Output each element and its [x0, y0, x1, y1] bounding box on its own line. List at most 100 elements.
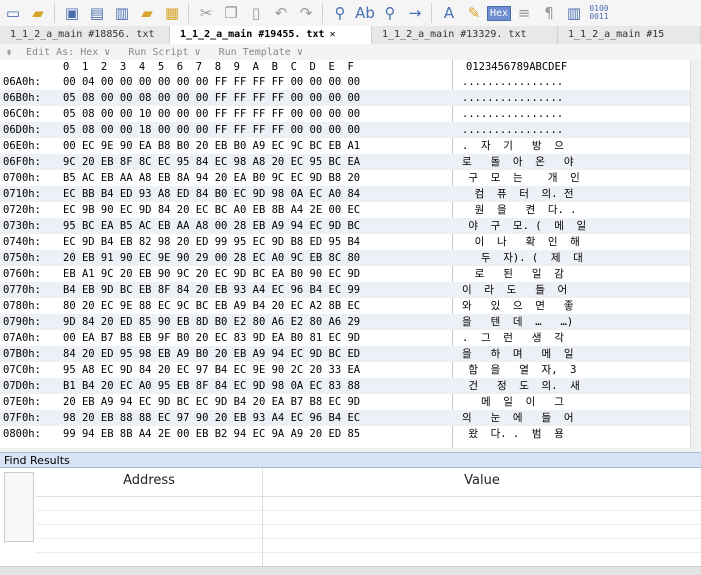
hex-row[interactable]: 06C0h: 05 08 00 00 10 00 00 00 FF FF FF F…: [0, 106, 690, 122]
row-bytes[interactable]: B1 B4 20 EC A0 95 EB 8F 84 EC 9D 98 0A E…: [63, 378, 360, 394]
row-text[interactable]: 의 눈 에 들 어: [462, 410, 682, 426]
address-column-header[interactable]: Address: [36, 468, 263, 496]
hex-row[interactable]: 07B0h: 84 20 ED 95 98 EB A9 B0 20 EB A9 9…: [0, 346, 690, 362]
hex-row[interactable]: 06F0h: 9C 20 EB 8F 8C EC 95 84 EC 98 A8 2…: [0, 154, 690, 170]
row-text[interactable]: 구 모 는 개 인: [462, 170, 682, 186]
paste-icon[interactable]: ▯: [244, 2, 268, 24]
edit-as-menu[interactable]: Edit As: Hex ∨: [26, 47, 110, 58]
hex-row[interactable]: 0780h: 80 20 EC 9E 88 EC 9C BC EB A9 B4 2…: [0, 298, 690, 314]
hex-row[interactable]: 0710h: EC BB B4 ED 93 A8 ED 84 B0 EC 9D 9…: [0, 186, 690, 202]
row-bytes[interactable]: 00 EC 9E 90 EA B8 B0 20 EB B0 A9 EC 9C B…: [63, 138, 360, 154]
row-bytes[interactable]: EC 9B 90 EC 9D 84 20 EC BC A0 EB 8B A4 2…: [63, 202, 360, 218]
row-bytes[interactable]: 00 EA B7 B8 EB 9F B0 20 EC 83 9D EA B0 8…: [63, 330, 360, 346]
new-file-icon[interactable]: ▭: [1, 2, 25, 24]
run-template-menu[interactable]: Run Template ∨: [219, 47, 303, 58]
row-bytes[interactable]: 95 A8 EC 9D 84 20 EC 97 B4 EC 9E 90 2C 2…: [63, 362, 360, 378]
hex-row[interactable]: 06D0h: 05 08 00 00 18 00 00 00 FF FF FF F…: [0, 122, 690, 138]
tab-file-3[interactable]: 1_1_2_a_main #13329. txt: [372, 26, 558, 44]
hex-row[interactable]: 07C0h: 95 A8 EC 9D 84 20 EC 97 B4 EC 9E 9…: [0, 362, 690, 378]
row-bytes[interactable]: B5 AC EB AA A8 EB 8A 94 20 EA B0 9C EC 9…: [63, 170, 360, 186]
save-all-icon[interactable]: ▤: [85, 2, 109, 24]
tab-file-1[interactable]: 1_1_2_a_main #18856. txt: [0, 26, 170, 44]
undo-icon[interactable]: ↶: [269, 2, 293, 24]
row-text[interactable]: 로 돌 아 온 야: [462, 154, 682, 170]
highlight-icon[interactable]: ✎: [462, 2, 486, 24]
row-text[interactable]: 을 하 며 메 일: [462, 346, 682, 362]
hex-row[interactable]: 06E0h: 00 EC 9E 90 EA B8 B0 20 EB B0 A9 E…: [0, 138, 690, 154]
row-bytes[interactable]: 80 20 EC 9E 88 EC 9C BC EB A9 B4 20 EC A…: [63, 298, 360, 314]
row-text[interactable]: ................: [462, 90, 682, 106]
row-text[interactable]: 와 있 으 면 좋: [462, 298, 682, 314]
row-text[interactable]: 을 텐 데 … …): [462, 314, 682, 330]
copy-window-icon[interactable]: ▥: [110, 2, 134, 24]
row-bytes[interactable]: EB A1 9C 20 EB 90 9C 20 EC 9D BC EA B0 9…: [63, 266, 360, 282]
row-bytes[interactable]: 98 20 EB 88 88 EC 97 90 20 EB 93 A4 EC 9…: [63, 410, 360, 426]
row-bytes[interactable]: B4 EB 9D BC EB 8F 84 20 EB 93 A4 EC 96 B…: [63, 282, 360, 298]
columns-icon[interactable]: ▥: [562, 2, 586, 24]
row-text[interactable]: 이 나 확 인 해: [462, 234, 682, 250]
hex-row[interactable]: 07D0h: B1 B4 20 EC A0 95 EB 8F 84 EC 9D 9…: [0, 378, 690, 394]
hex-row[interactable]: 06B0h: 05 08 00 00 08 00 00 00 FF FF FF F…: [0, 90, 690, 106]
row-bytes[interactable]: 20 EB 91 90 EC 9E 90 29 00 28 EC A0 9C E…: [63, 250, 360, 266]
hex-row[interactable]: 0730h: 95 BC EA B5 AC EB AA A8 00 28 EB A…: [0, 218, 690, 234]
row-bytes[interactable]: EC BB B4 ED 93 A8 ED 84 B0 EC 9D 98 0A E…: [63, 186, 360, 202]
binary-icon[interactable]: 0100 0011: [587, 2, 611, 24]
row-text[interactable]: 원 을 켠 다. .: [462, 202, 682, 218]
row-text[interactable]: 로 된 일 감: [462, 266, 682, 282]
vertical-scrollbar[interactable]: [690, 60, 701, 448]
hex-row[interactable]: 0750h: 20 EB 91 90 EC 9E 90 29 00 28 EC A…: [0, 250, 690, 266]
row-bytes[interactable]: 99 94 EB 8B A4 2E 00 EB B2 94 EC 9A A9 2…: [63, 426, 360, 442]
hex-row[interactable]: 0770h: B4 EB 9D BC EB 8F 84 20 EB 93 A4 E…: [0, 282, 690, 298]
hex-mode-button[interactable]: Hex: [486, 2, 512, 24]
row-bytes[interactable]: 84 20 ED 95 98 EB A9 B0 20 EB A9 94 EC 9…: [63, 346, 360, 362]
goto-icon[interactable]: →: [403, 2, 427, 24]
row-bytes[interactable]: 05 08 00 00 08 00 00 00 FF FF FF FF 00 0…: [63, 90, 360, 106]
row-bytes[interactable]: 00 04 00 00 00 00 00 00 FF FF FF FF 00 0…: [63, 74, 360, 90]
redo-icon[interactable]: ↷: [294, 2, 318, 24]
close-icon[interactable]: ✕: [330, 29, 336, 40]
row-bytes[interactable]: 9D 84 20 ED 85 90 EB 8D B0 E2 80 A6 E2 8…: [63, 314, 360, 330]
row-bytes[interactable]: 05 08 00 00 18 00 00 00 FF FF FF FF 00 0…: [63, 122, 360, 138]
open-file-icon[interactable]: ▰: [26, 2, 50, 24]
row-bytes[interactable]: EC 9D B4 EB 82 98 20 ED 99 95 EC 9D B8 E…: [63, 234, 360, 250]
replace-icon[interactable]: Ab: [353, 2, 377, 24]
hex-row[interactable]: 0760h: EB A1 9C 20 EB 90 9C 20 EC 9D BC E…: [0, 266, 690, 282]
row-text[interactable]: . 자 기 방 으: [462, 138, 682, 154]
spaces-icon[interactable]: ≡: [512, 2, 536, 24]
hex-row[interactable]: 0800h: 99 94 EB 8B A4 2E 00 EB B2 94 EC 9…: [0, 426, 690, 442]
row-text[interactable]: 함 을 열 자, 3: [462, 362, 682, 378]
value-column-header[interactable]: Value: [263, 468, 701, 494]
row-text[interactable]: . 그 런 생 각: [462, 330, 682, 346]
drag-handle-icon[interactable]: ⇟: [6, 47, 12, 58]
row-bytes[interactable]: 9C 20 EB 8F 8C EC 95 84 EC 98 A8 20 EC 9…: [63, 154, 360, 170]
cut-icon[interactable]: ✂: [194, 2, 218, 24]
hex-row[interactable]: 0700h: B5 AC EB AA A8 EB 8A 94 20 EA B0 9…: [0, 170, 690, 186]
row-text[interactable]: ................: [462, 122, 682, 138]
row-text[interactable]: 메 일 이 그: [462, 394, 682, 410]
hex-row[interactable]: 0720h: EC 9B 90 EC 9D 84 20 EC BC A0 EB 8…: [0, 202, 690, 218]
pilcrow-icon[interactable]: ¶: [537, 2, 561, 24]
row-text[interactable]: 야 구 모. ( 메 일: [462, 218, 682, 234]
run-script-menu[interactable]: Run Script ∨: [128, 47, 200, 58]
row-text[interactable]: ................: [462, 106, 682, 122]
hex-row[interactable]: 07A0h: 00 EA B7 B8 EB 9F B0 20 EC 83 9D E…: [0, 330, 690, 346]
row-bytes[interactable]: 95 BC EA B5 AC EB AA A8 00 28 EB A9 94 E…: [63, 218, 360, 234]
new-folder-icon[interactable]: ▰: [135, 2, 159, 24]
hex-row[interactable]: 0740h: EC 9D B4 EB 82 98 20 ED 99 95 EC 9…: [0, 234, 690, 250]
hex-row[interactable]: 06A0h: 00 04 00 00 00 00 00 00 FF FF FF F…: [0, 74, 690, 90]
copy-icon[interactable]: ❐: [219, 2, 243, 24]
row-bytes[interactable]: 05 08 00 00 10 00 00 00 FF FF FF FF 00 0…: [63, 106, 360, 122]
row-text[interactable]: 두 자). ( 제 대: [462, 250, 682, 266]
find-results-table[interactable]: Address Value: [36, 468, 701, 566]
row-bytes[interactable]: 20 EB A9 94 EC 9D BC EC 9D B4 20 EA B7 B…: [63, 394, 360, 410]
tab-file-2[interactable]: 1_1_2_a_main #19455. txt ✕: [170, 26, 372, 44]
find-next-icon[interactable]: ⚲: [378, 2, 402, 24]
row-text[interactable]: 왔 다. . 범 용: [462, 426, 682, 442]
save-icon[interactable]: ▣: [60, 2, 84, 24]
row-text[interactable]: 컴 퓨 터 의. 전: [462, 186, 682, 202]
hex-row[interactable]: 07E0h: 20 EB A9 94 EC 9D BC EC 9D B4 20 E…: [0, 394, 690, 410]
row-text[interactable]: 이 라 도 들 어: [462, 282, 682, 298]
find-icon[interactable]: ⚲: [328, 2, 352, 24]
row-text[interactable]: 건 정 도 의. 새: [462, 378, 682, 394]
folder-tree-icon[interactable]: ▦: [160, 2, 184, 24]
